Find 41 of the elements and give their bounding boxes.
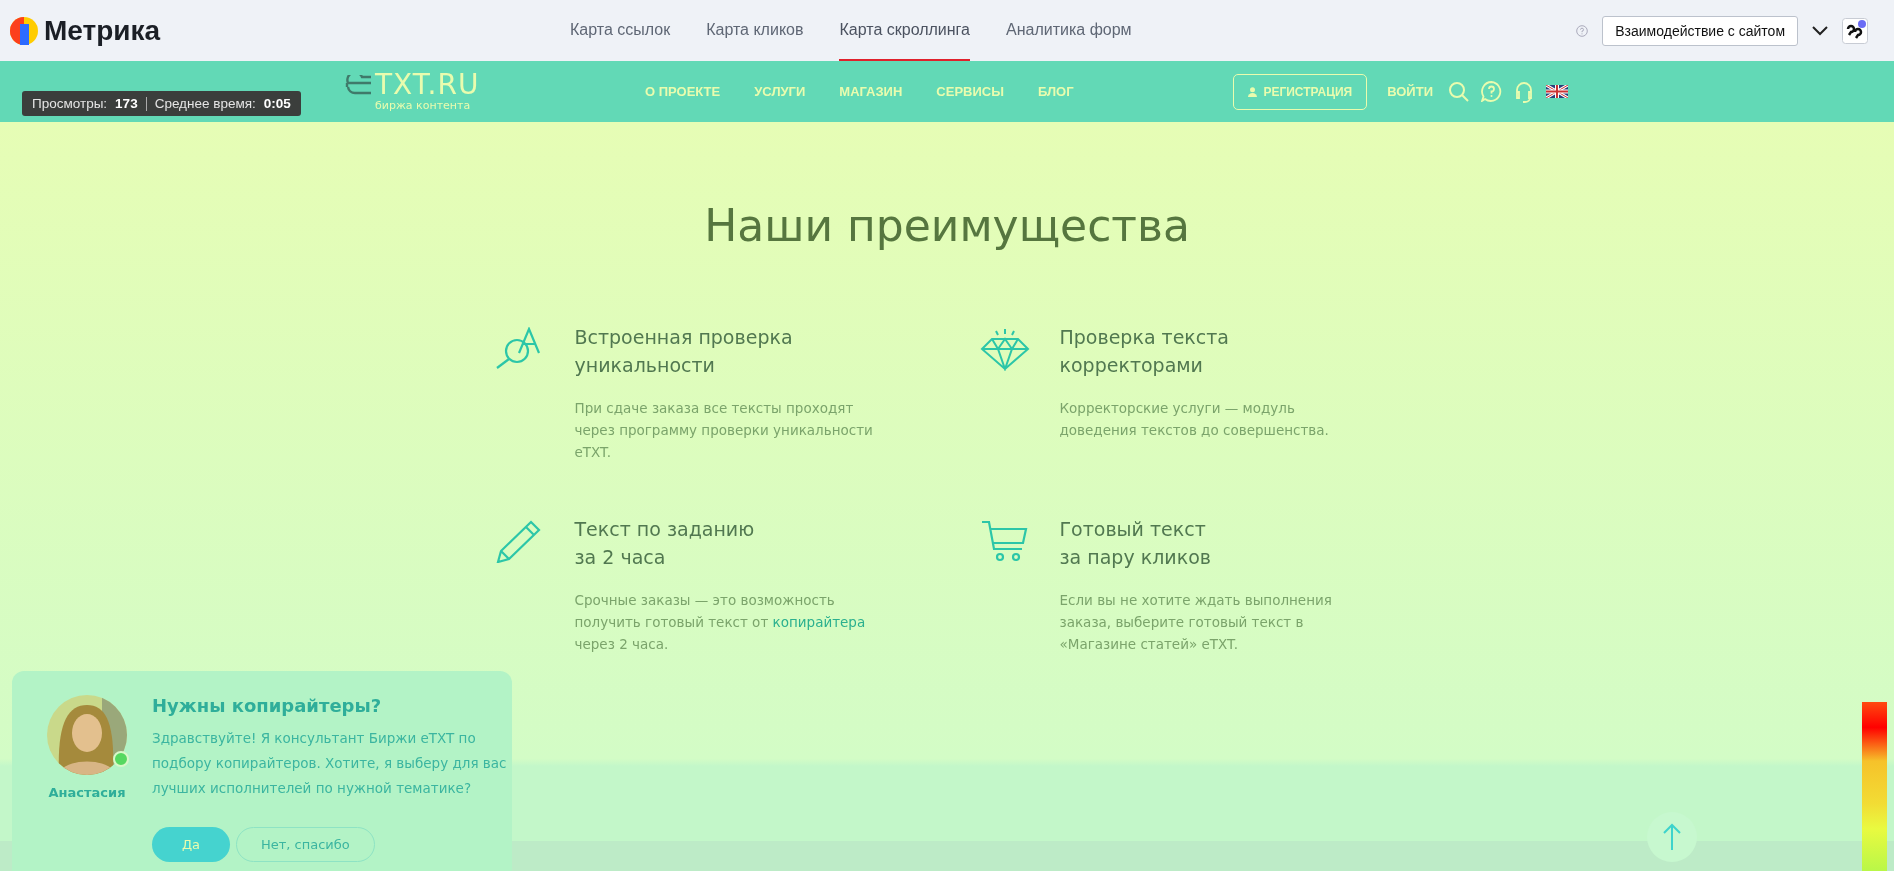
register-button[interactable]: РЕГИСТРАЦИЯ: [1233, 73, 1368, 110]
nav-link[interactable]: БЛОГ: [1037, 84, 1074, 99]
nav-link[interactable]: СЕРВИСЫ: [936, 84, 1004, 99]
nav-link[interactable]: О ПРОЕКТЕ: [645, 84, 721, 99]
mode-dropdown[interactable]: Взаимодействие с сайтом: [1602, 15, 1798, 46]
copywriter-link[interactable]: копирайтера: [772, 614, 866, 630]
feature-title: Готовый текст за пару кликов: [1059, 517, 1212, 570]
yes-button[interactable]: Да: [152, 827, 230, 862]
feature-text: Корректорские услуги — модуль доведения текстов до совершенства.: [1059, 399, 1330, 440]
stats-badge: Просмотры: 173 Среднее время: 0:05: [22, 91, 301, 116]
feature-title: Текст по заданию за 2 часа: [574, 517, 756, 570]
map-tab[interactable]: Карта кликов: [706, 0, 804, 61]
diamond-icon: [979, 327, 1030, 371]
chat-title: Нужны копирайтеры?: [152, 695, 383, 716]
feature-title: Встроенная проверка уникальности: [574, 325, 794, 378]
arrow-up-icon: [1662, 823, 1682, 851]
chevron-down-icon[interactable]: [1812, 25, 1828, 36]
headset-icon[interactable]: [1514, 80, 1534, 103]
logo-icon: [10, 16, 38, 45]
nav-link[interactable]: УСЛУГИ: [754, 84, 806, 99]
user-icon: [1248, 86, 1258, 97]
search-icon[interactable]: [1449, 81, 1469, 102]
feature-title: Проверка текста корректорами: [1059, 325, 1230, 378]
chat-message: Здравствуйте! Я консультант Биржи eTXT по подбору копирайтеров. Хотите, я выберу для вас лучших исполнителей по нужной тематике?: [152, 729, 508, 798]
feature-text: При сдаче заказа все тексты проходят через программу проверки уникальности eTXT.: [574, 399, 874, 462]
consultant-name: Анастасия: [48, 785, 126, 800]
feature-text: Если вы не хотите ждать выполнения заказа, выберите готовый текст в «Магазине статей» eTXT.: [1059, 591, 1333, 654]
feature-text: Срочные заказы — это возможность получить готовый текст от копирайтера через 2 часа.: [574, 591, 867, 654]
login-link[interactable]: ВОЙТИ: [1387, 84, 1433, 99]
section-title: Наши преимущества: [704, 200, 1190, 251]
map-tab[interactable]: Аналитика форм: [1006, 0, 1132, 61]
site-logo[interactable]: TXT.RU: [375, 71, 480, 99]
logo-tagline: биржа контента: [375, 99, 471, 112]
cart-icon: [979, 519, 1030, 563]
flag-icon[interactable]: [1546, 85, 1568, 98]
logo-e-icon: [345, 75, 373, 95]
help-icon[interactable]: [1576, 24, 1589, 37]
nav-link[interactable]: МАГАЗИН: [839, 84, 903, 99]
quote-icon[interactable]: [1842, 17, 1868, 44]
map-tab[interactable]: Карта ссылок: [570, 0, 671, 61]
app-logo: Метрика: [44, 14, 161, 47]
